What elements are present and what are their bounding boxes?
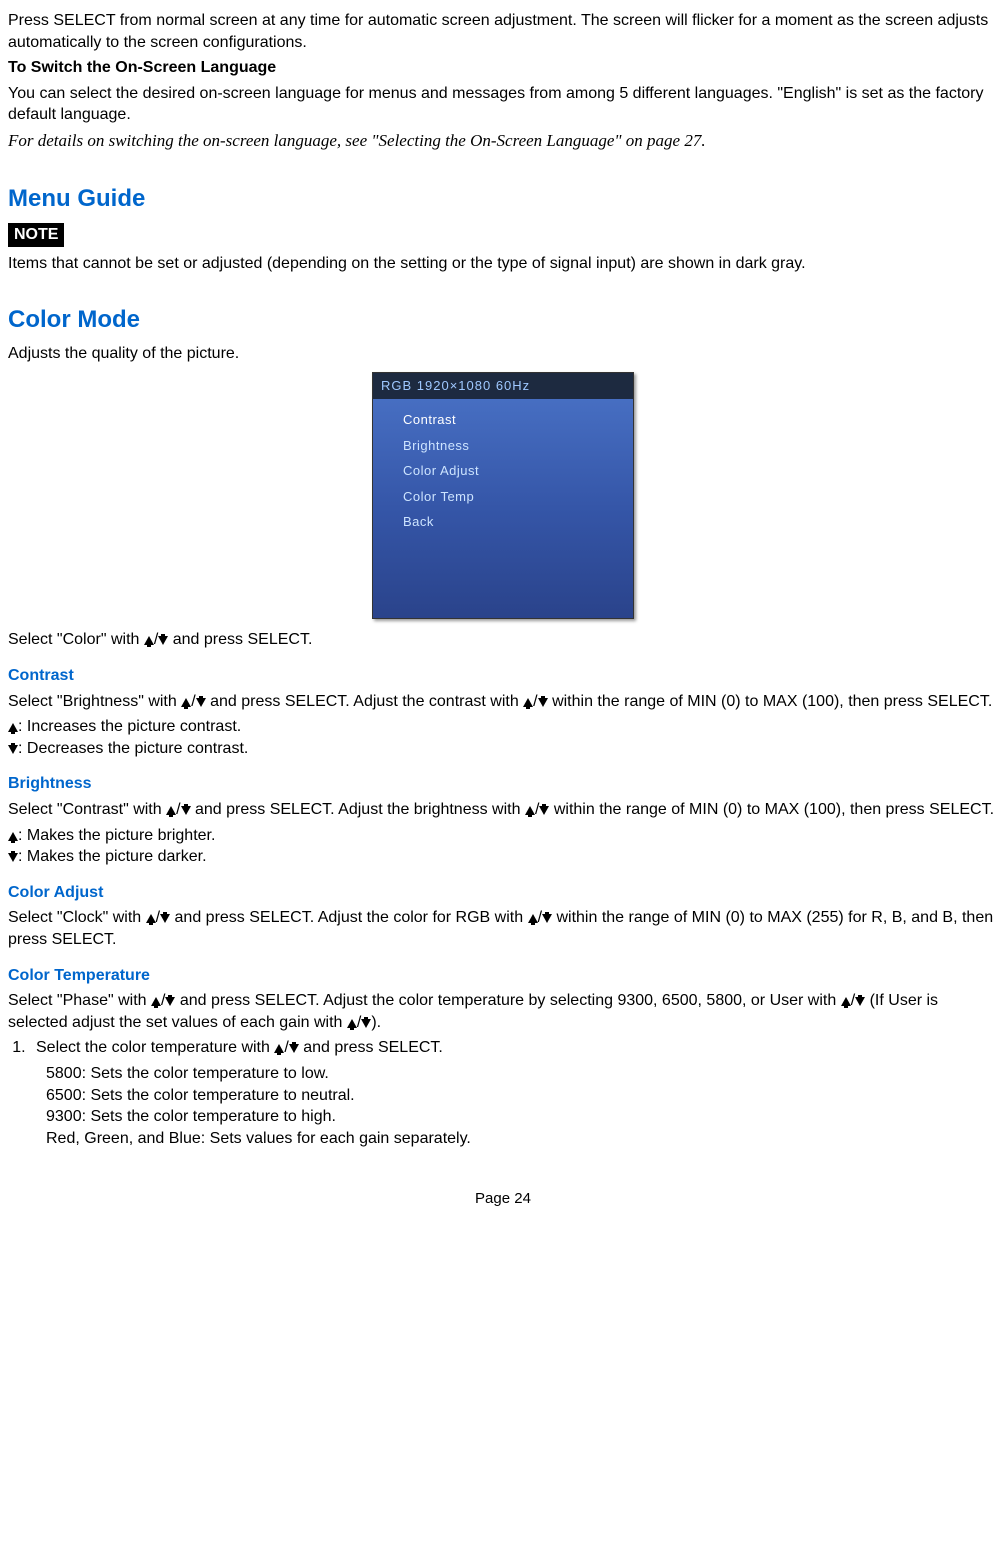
note-badge: NOTE [8, 223, 64, 247]
color-temp-step-1: Select the color temperature with / and … [30, 1037, 998, 1059]
arrow-down-icon [196, 698, 206, 707]
arrow-up-icon [841, 997, 851, 1006]
color-temp-steps: Select the color temperature with / and … [30, 1037, 998, 1059]
arrow-down-icon [855, 997, 865, 1006]
arrow-down-icon [539, 806, 549, 815]
arrow-up-icon [523, 698, 533, 707]
contrast-desc: Select "Brightness" with / and press SEL… [8, 691, 998, 713]
arrow-up-icon [8, 832, 18, 841]
arrow-up-icon [166, 806, 176, 815]
note-text: Items that cannot be set or adjusted (de… [8, 253, 998, 275]
arrow-up-icon [8, 723, 18, 732]
osd-item-contrast: Contrast [403, 407, 633, 433]
arrow-down-icon [8, 853, 18, 862]
osd-item-color-adjust: Color Adjust [403, 458, 633, 484]
arrow-down-icon [538, 698, 548, 707]
color-temp-desc: Select "Phase" with / and press SELECT. … [8, 990, 998, 1033]
arrow-down-icon [160, 914, 170, 923]
osd-menu-screenshot: RGB 1920×1080 60Hz Contrast Brightness C… [372, 372, 634, 619]
arrow-down-icon [542, 914, 552, 923]
brightness-updown: : Makes the picture brighter. : Makes th… [8, 825, 998, 868]
color-mode-select: Select "Color" with / and press SELECT. [8, 629, 998, 651]
arrow-up-icon [181, 698, 191, 707]
switch-language-desc: You can select the desired on-screen lan… [8, 83, 998, 126]
color-mode-desc: Adjusts the quality of the picture. [8, 343, 998, 365]
osd-menu-list: Contrast Brightness Color Adjust Color T… [373, 399, 633, 535]
color-temp-opt-6500: 6500: Sets the color temperature to neut… [46, 1085, 998, 1107]
osd-item-color-temp: Color Temp [403, 484, 633, 510]
osd-item-brightness: Brightness [403, 433, 633, 459]
color-temp-options: 5800: Sets the color temperature to low.… [46, 1063, 998, 1149]
arrow-up-icon [274, 1044, 284, 1053]
arrow-up-icon [347, 1019, 357, 1028]
color-temp-opt-5800: 5800: Sets the color temperature to low. [46, 1063, 998, 1085]
arrow-down-icon [289, 1044, 299, 1053]
switch-language-ref: For details on switching the on-screen l… [8, 130, 998, 153]
arrow-down-icon [165, 997, 175, 1006]
heading-menu-guide: Menu Guide [8, 183, 998, 215]
arrow-down-icon [361, 1019, 371, 1028]
color-adjust-desc: Select "Clock" with / and press SELECT. … [8, 907, 998, 950]
intro-paragraph: Press SELECT from normal screen at any t… [8, 10, 998, 53]
page-number: Page 24 [8, 1189, 998, 1209]
heading-color-temperature: Color Temperature [8, 965, 998, 987]
arrow-up-icon [144, 636, 154, 645]
brightness-desc: Select "Contrast" with / and press SELEC… [8, 799, 998, 821]
arrow-up-icon [525, 806, 535, 815]
osd-header: RGB 1920×1080 60Hz [373, 373, 633, 399]
arrow-down-icon [8, 745, 18, 754]
heading-brightness: Brightness [8, 773, 998, 795]
arrow-up-icon [146, 914, 156, 923]
color-temp-opt-rgb: Red, Green, and Blue: Sets values for ea… [46, 1128, 998, 1150]
osd-item-back: Back [403, 509, 633, 535]
arrow-up-icon [151, 997, 161, 1006]
heading-switch-language: To Switch the On-Screen Language [8, 57, 998, 79]
arrow-up-icon [528, 914, 538, 923]
contrast-up: : Increases the picture contrast. : Decr… [8, 716, 998, 759]
arrow-down-icon [181, 806, 191, 815]
heading-color-adjust: Color Adjust [8, 882, 998, 904]
heading-contrast: Contrast [8, 665, 998, 687]
color-temp-opt-9300: 9300: Sets the color temperature to high… [46, 1106, 998, 1128]
arrow-down-icon [158, 636, 168, 645]
heading-color-mode: Color Mode [8, 304, 998, 336]
